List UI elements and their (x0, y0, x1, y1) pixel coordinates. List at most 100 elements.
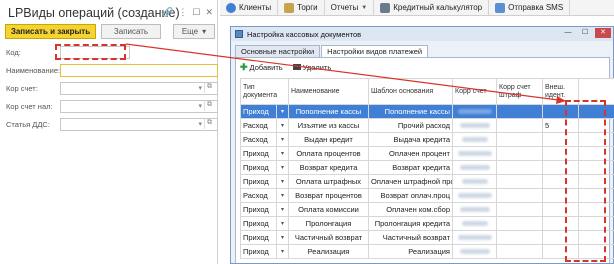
table-row[interactable]: Приход ▾ Частичный возврат Частичный возвра… (240, 230, 614, 245)
cell-template[interactable]: Возврат оплач.проц (368, 188, 453, 203)
cell-name[interactable]: Оплата комиссии (288, 202, 369, 217)
cell-doc-type[interactable]: Расход (240, 188, 277, 203)
taskbar-item-clients[interactable]: Клиенты (220, 0, 279, 16)
cell-corr-account-penalty[interactable] (496, 244, 543, 259)
table-row[interactable]: Приход ▾ Оплата штрафных Оплачен штрафной п… (240, 174, 614, 189)
chevron-down-icon[interactable]: ▾ (276, 132, 289, 147)
chevron-down-icon[interactable]: ▾ (276, 104, 289, 119)
cell-name[interactable]: Выдан кредит (288, 132, 369, 147)
cell-doc-type[interactable]: Приход (240, 146, 277, 161)
more-button[interactable]: Еще ▾ (173, 24, 215, 39)
chevron-down-icon[interactable]: ▾ (276, 118, 289, 133)
link-icon[interactable]: 🔗 (162, 7, 173, 18)
name-input[interactable] (60, 64, 218, 77)
table-row[interactable]: Приход ▾ Оплата процентов Оплачен процент (240, 146, 614, 161)
taskbar-item-sms[interactable]: Отправка SMS (489, 0, 571, 16)
open-link-icon[interactable]: ⧉ (204, 119, 214, 129)
cell-name[interactable]: Возврат процентов (288, 188, 369, 203)
cell-corr-account-penalty[interactable] (496, 230, 543, 245)
cell-corr-account-penalty[interactable] (496, 160, 543, 175)
cell-template[interactable]: Оплачен процент (368, 146, 453, 161)
cell-corr-account-penalty[interactable] (496, 188, 543, 203)
cell-template[interactable]: Выдача кредита (368, 132, 453, 147)
cell-corr-account-penalty[interactable] (496, 104, 543, 119)
table-row[interactable]: Приход ▾ Оплата комиссии Оплачен ком.сбор (240, 202, 614, 217)
maximize-icon[interactable]: ☐ (192, 7, 200, 18)
table-row[interactable]: Приход ▾ Пополнение кассы Пополнение кассы (240, 104, 614, 119)
dds-input[interactable] (60, 118, 218, 131)
open-link-icon[interactable]: ⧉ (204, 83, 214, 93)
cell-doc-type[interactable]: Расход (240, 132, 277, 147)
cell-name[interactable]: Пополнение кассы (288, 104, 369, 119)
cell-doc-type[interactable]: Расход (240, 118, 277, 133)
close-icon[interactable]: ✕ (205, 7, 213, 18)
cell-corr-account[interactable] (452, 104, 497, 119)
cell-name[interactable]: Частичный возврат (288, 230, 369, 245)
cell-template[interactable]: Пополнение кассы (368, 104, 453, 119)
cell-template[interactable]: Пролонгация кредита (368, 216, 453, 231)
table-row[interactable]: Приход ▾ Пролонгация Пролонгация кредита (240, 216, 614, 231)
cell-corr-account-penalty[interactable] (496, 118, 543, 133)
cell-name[interactable]: Оплата штрафных (288, 174, 369, 189)
cell-doc-type[interactable]: Приход (240, 230, 277, 245)
chevron-down-icon[interactable]: ▾ (276, 244, 289, 259)
maximize-icon[interactable]: ☐ (578, 28, 592, 38)
cell-corr-account-penalty[interactable] (496, 216, 543, 231)
cell-corr-account[interactable] (452, 160, 497, 175)
table-row[interactable]: Расход ▾ Выдан кредит Выдача кредита (240, 132, 614, 147)
column-header-corr-account[interactable]: Корр счет (452, 78, 497, 105)
cell-doc-type[interactable]: Приход (240, 160, 277, 175)
cell-doc-type[interactable]: Приход (240, 244, 277, 259)
chevron-down-icon[interactable]: ▾ (276, 146, 289, 161)
table-row[interactable]: Расход ▾ Изъятие из кассы Прочий расход 5 (240, 118, 614, 133)
cell-corr-account[interactable] (452, 174, 497, 189)
debit-vat-input[interactable] (60, 100, 218, 113)
cell-doc-type[interactable]: Приход (240, 216, 277, 231)
delete-button[interactable]: Удалить (292, 62, 331, 72)
cell-template[interactable]: Частичный возврат (368, 230, 453, 245)
cell-corr-account[interactable] (452, 202, 497, 217)
add-button[interactable]: ✚ Добавить (240, 62, 283, 72)
cell-name[interactable]: Пролонгация (288, 216, 369, 231)
taskbar-item-auctions[interactable]: Торги (278, 0, 325, 16)
chevron-down-icon[interactable]: ▾ (276, 230, 289, 245)
cell-corr-account[interactable] (452, 118, 497, 133)
column-header-corr-account-penalty[interactable]: Корр счет штраф (496, 78, 543, 105)
cell-template[interactable]: Оплачен штрафной процент (368, 174, 453, 189)
cell-corr-account[interactable] (452, 216, 497, 231)
cell-corr-account-penalty[interactable] (496, 146, 543, 161)
cell-template[interactable]: Реализация (368, 244, 453, 259)
cell-name[interactable]: Реализация (288, 244, 369, 259)
taskbar-item-credit-calculator[interactable]: Кредитный калькулятор (374, 0, 490, 16)
chevron-down-icon[interactable]: ▾ (276, 202, 289, 217)
cell-template[interactable]: Прочий расход (368, 118, 453, 133)
cell-corr-account-penalty[interactable] (496, 202, 543, 217)
chevron-down-icon[interactable]: ▾ (198, 102, 202, 110)
cell-corr-account-penalty[interactable] (496, 174, 543, 189)
cell-name[interactable]: Изъятие из кассы (288, 118, 369, 133)
cell-corr-account-penalty[interactable] (496, 132, 543, 147)
cell-doc-type[interactable]: Приход (240, 174, 277, 189)
tab-main-settings[interactable]: Основные настройки (235, 45, 321, 57)
cell-corr-account[interactable] (452, 132, 497, 147)
more-dots-icon[interactable]: ⋮ (178, 7, 187, 18)
cell-corr-account[interactable] (452, 146, 497, 161)
chevron-down-icon[interactable]: ▾ (276, 216, 289, 231)
column-header-name[interactable]: Наименование (288, 78, 369, 105)
cell-doc-type[interactable]: Приход (240, 202, 277, 217)
cell-name[interactable]: Возврат кредита (288, 160, 369, 175)
save-button[interactable]: Записать (101, 24, 161, 39)
cell-name[interactable]: Оплата процентов (288, 146, 369, 161)
open-link-icon[interactable]: ⧉ (204, 101, 214, 111)
close-icon[interactable]: ✕ (595, 28, 611, 38)
chevron-down-icon[interactable]: ▾ (276, 160, 289, 175)
cell-template[interactable]: Оплачен ком.сбор (368, 202, 453, 217)
chevron-down-icon[interactable]: ▾ (198, 120, 202, 128)
chevron-down-icon[interactable]: ▾ (198, 84, 202, 92)
cell-template[interactable]: Возврат кредита (368, 160, 453, 175)
table-row[interactable]: Приход ▾ Реализация Реализация (240, 244, 614, 259)
save-and-close-button[interactable]: Записать и закрыть (5, 24, 96, 39)
cell-corr-account[interactable] (452, 230, 497, 245)
chevron-down-icon[interactable]: ▾ (276, 188, 289, 203)
debit-input[interactable] (60, 82, 218, 95)
